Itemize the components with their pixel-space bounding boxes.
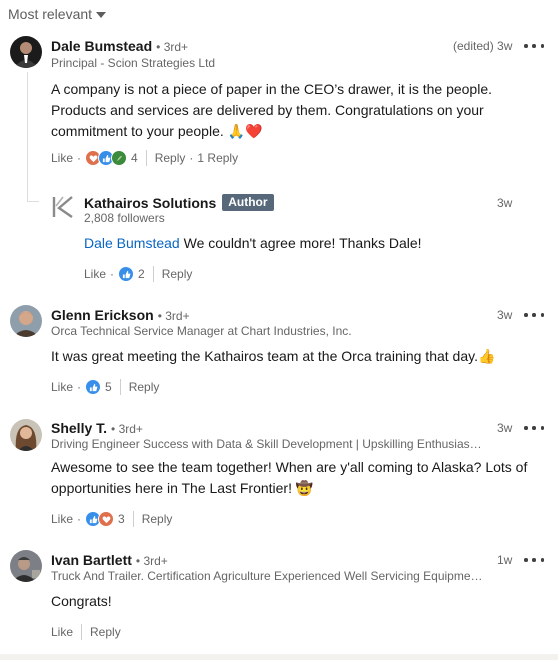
reply-actions: Like · 2 Reply	[84, 266, 192, 282]
sort-label: Most relevant	[8, 6, 93, 22]
love-reaction-icon	[98, 511, 115, 527]
like-button[interactable]: Like	[51, 151, 73, 165]
thread-line	[27, 72, 28, 202]
commenter-headline: Driving Engineer Success with Data & Ski…	[51, 437, 483, 451]
avatar[interactable]	[10, 419, 42, 451]
connection-degree: • 3rd+	[135, 554, 168, 568]
reply-text: Dale Bumstead We couldn't agree more! Th…	[84, 233, 524, 254]
reactions[interactable]	[85, 511, 115, 527]
reply-button[interactable]: Reply	[162, 267, 193, 281]
commenter-name[interactable]: Kathairos Solutions	[84, 195, 216, 211]
divider	[145, 150, 147, 166]
comment-text: Awesome to see the team together! When a…	[51, 457, 541, 499]
reaction-count[interactable]: 5	[105, 380, 112, 394]
like-button[interactable]: Like	[51, 625, 73, 639]
separator-dot: ·	[77, 151, 82, 165]
reaction-count[interactable]: 3	[118, 512, 125, 526]
like-button[interactable]: Like	[51, 380, 73, 394]
commenter-name[interactable]: Glenn Erickson	[51, 307, 154, 323]
comment-time: 1w	[497, 553, 513, 567]
comment-actions: Like Reply	[51, 624, 121, 640]
comment-body: Congrats!	[51, 593, 112, 609]
commenter-headline: Truck And Trailer. Certification Agricul…	[51, 569, 483, 583]
connection-degree: • 3rd+	[156, 40, 189, 54]
separator-dot: ·	[77, 380, 82, 394]
reply-button[interactable]: Reply	[90, 625, 121, 639]
comment-actions: Like · 3 Reply	[51, 511, 172, 527]
comment-text: Congrats!	[51, 591, 541, 612]
like-reaction-icon	[85, 379, 102, 395]
caret-down-icon	[96, 12, 107, 18]
kathairos-logo-icon[interactable]	[50, 194, 82, 226]
avatar[interactable]	[10, 305, 42, 337]
feed-background	[0, 654, 558, 660]
comment-actions: Like · 5 Reply	[51, 379, 159, 395]
more-options-icon[interactable]	[524, 553, 544, 567]
comment-body: It was great meeting the Kathairos team …	[51, 348, 478, 364]
connection-degree: • 3rd+	[157, 309, 190, 323]
author-badge: Author	[222, 194, 274, 211]
avatar[interactable]	[10, 36, 42, 68]
commenter-name[interactable]: Shelly T.	[51, 420, 107, 436]
reply-button[interactable]: Reply	[155, 151, 186, 165]
reply-button[interactable]: Reply	[142, 512, 173, 526]
sort-dropdown[interactable]: Most relevant	[8, 6, 107, 22]
like-button[interactable]: Like	[84, 267, 106, 281]
commenter-name[interactable]: Ivan Bartlett	[51, 552, 132, 568]
more-options-icon[interactable]	[524, 308, 544, 322]
comment-time: 3w	[497, 196, 513, 210]
like-reaction-icon	[118, 266, 135, 282]
more-options-icon[interactable]	[524, 39, 544, 53]
reply-button[interactable]: Reply	[129, 380, 160, 394]
emoji: 🙏❤️	[227, 123, 263, 139]
reactions[interactable]	[85, 379, 102, 395]
like-button[interactable]: Like	[51, 512, 73, 526]
comment-body: Awesome to see the team together! When a…	[51, 459, 528, 496]
reply-body: We couldn't agree more! Thanks Dale!	[179, 235, 422, 251]
separator-dot: ·	[189, 151, 194, 165]
avatar[interactable]	[10, 550, 42, 582]
follower-count: 2,808 followers	[84, 211, 165, 225]
commenter-headline: Principal - Scion Strategies Ltd	[51, 56, 216, 70]
comment-text: It was great meeting the Kathairos team …	[51, 346, 541, 367]
commenter-name[interactable]: Dale Bumstead	[51, 38, 152, 54]
reactions[interactable]	[85, 150, 128, 166]
divider	[152, 266, 154, 282]
divider	[81, 624, 83, 640]
separator-dot: ·	[77, 512, 82, 526]
support-reaction-icon	[111, 150, 128, 166]
reaction-count[interactable]: 2	[138, 267, 145, 281]
comment-actions: Like · 4 Reply · 1 Reply	[51, 150, 238, 166]
commenter-headline: Orca Technical Service Manager at Chart …	[51, 324, 352, 338]
more-options-icon[interactable]	[524, 421, 544, 435]
comment-body: A company is not a piece of paper in the…	[51, 81, 492, 139]
comment-time: 3w	[497, 308, 513, 322]
separator-dot: ·	[110, 267, 115, 281]
connection-degree: • 3rd+	[111, 422, 143, 436]
mention-link[interactable]: Dale Bumstead	[84, 235, 180, 251]
comment-time: 3w	[497, 421, 513, 435]
emoji: 👍	[477, 348, 496, 364]
comment-time: (edited) 3w	[453, 39, 513, 53]
comment-text: A company is not a piece of paper in the…	[51, 79, 541, 142]
emoji: 🤠	[295, 480, 314, 496]
reactions[interactable]	[118, 266, 135, 282]
divider	[132, 511, 134, 527]
divider	[119, 379, 121, 395]
thread-line-elbow	[27, 201, 39, 202]
reaction-count[interactable]: 4	[131, 151, 138, 165]
reply-count-link[interactable]: 1 Reply	[197, 151, 238, 165]
